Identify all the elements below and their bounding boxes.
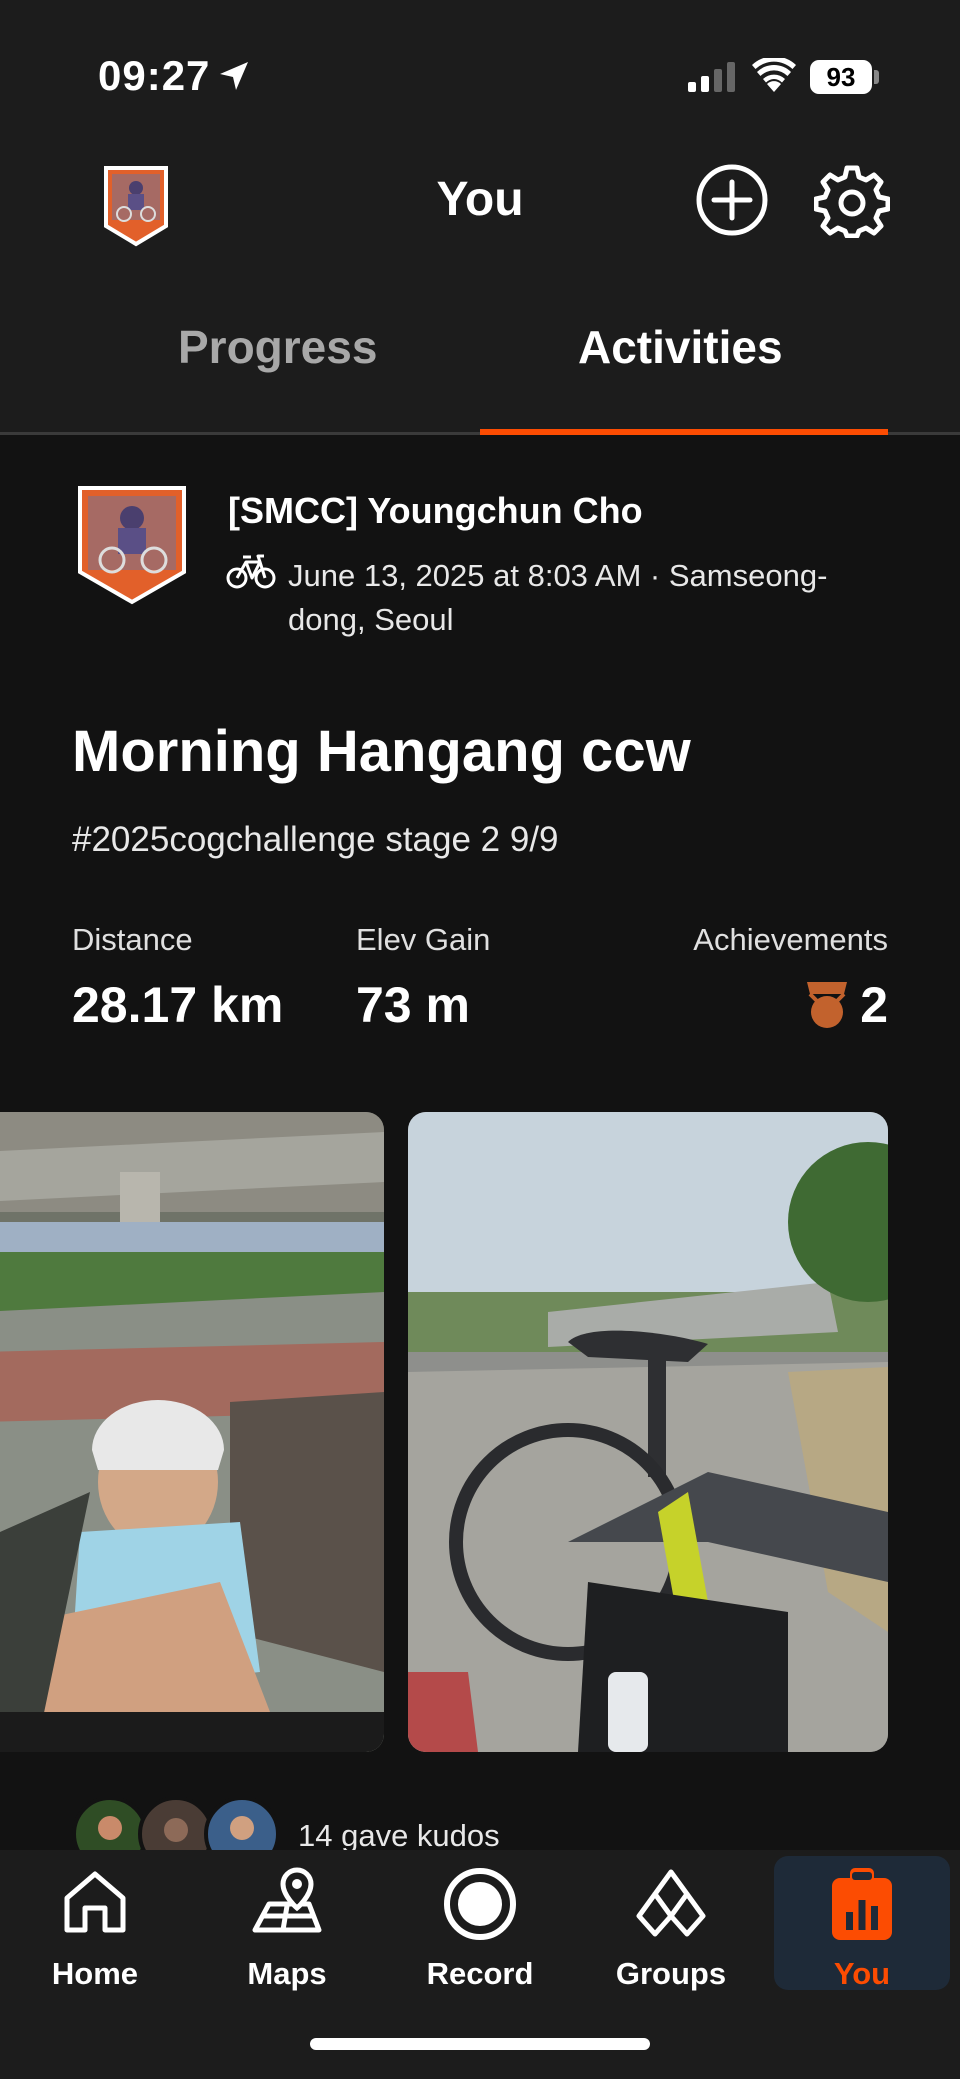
activity-title[interactable]: Morning Hangang ccw (72, 718, 691, 785)
home-icon (64, 1871, 126, 1933)
stat-elev-gain: Elev Gain 73 m (356, 922, 490, 1034)
medal-icon (807, 982, 848, 1028)
cellular-signal-icon (688, 62, 735, 92)
activity-photo[interactable] (0, 1112, 384, 1752)
nav-maps-label: Maps (247, 1956, 327, 1991)
maps-icon (252, 1867, 322, 1933)
athlete-name[interactable]: [SMCC] Youngchun Cho (228, 490, 643, 532)
tab-activities[interactable]: Activities (578, 320, 783, 374)
nav-groups-label: Groups (615, 1956, 727, 1991)
settings-gear-icon[interactable] (814, 162, 890, 238)
battery-tip (874, 70, 879, 84)
tab-progress[interactable]: Progress (178, 320, 377, 374)
record-icon (444, 1868, 516, 1940)
achievements-label: Achievements (693, 922, 888, 957)
add-icon[interactable] (694, 162, 770, 238)
elev-gain-value: 73 m (356, 977, 470, 1033)
nav-record-label: Record (426, 1956, 534, 1991)
wifi-icon (752, 58, 796, 92)
activity-description: #2025cogchallenge stage 2 9/9 (72, 820, 559, 859)
distance-label: Distance (72, 922, 193, 957)
header: You (0, 150, 960, 280)
kudos-count[interactable]: 14 gave kudos (298, 1818, 500, 1854)
location-arrow-icon (220, 62, 248, 90)
you-icon (832, 1868, 892, 1940)
stat-achievements: Achievements 2 (693, 922, 888, 1034)
status-time: 09:27 (98, 52, 211, 99)
achievements-value: 2 (860, 977, 888, 1033)
athlete-avatar[interactable] (76, 484, 188, 606)
stat-distance: Distance 28.17 km (72, 922, 283, 1034)
nav-you[interactable]: You (774, 1856, 950, 1991)
battery-level: 93 (810, 60, 872, 94)
nav-home-label: Home (51, 1956, 139, 1991)
elev-gain-label: Elev Gain (356, 922, 491, 957)
active-tab-indicator (480, 429, 888, 435)
segment-tabs: Progress Activities (0, 280, 960, 435)
status-bar: 09:27 93 (0, 0, 960, 150)
groups-icon (636, 1869, 706, 1937)
bike-icon (226, 554, 276, 589)
activity-date-location: June 13, 2025 at 8:03 AM · Samseong-dong… (288, 558, 828, 637)
home-indicator (310, 2038, 650, 2050)
distance-value: 28.17 km (72, 977, 284, 1033)
nav-you-label: You (833, 1956, 891, 1991)
activity-photo[interactable] (408, 1112, 888, 1752)
